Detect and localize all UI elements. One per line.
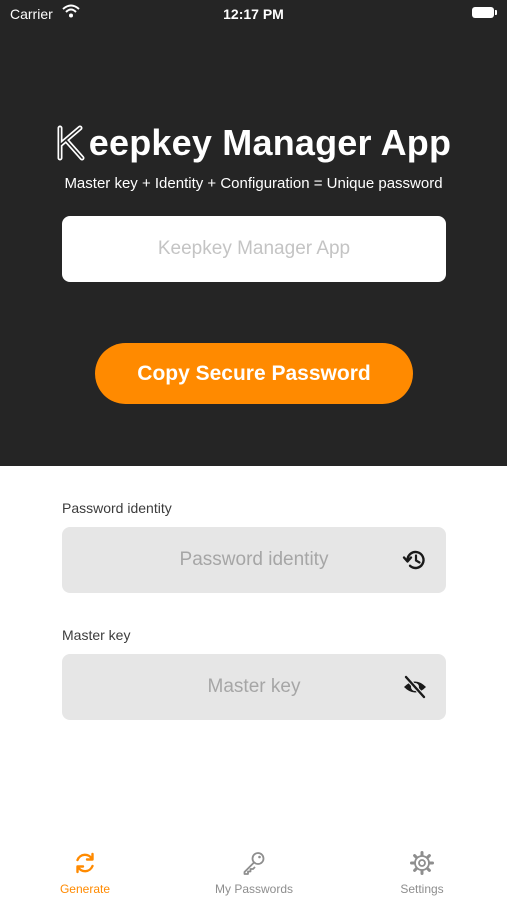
battery-icon [472,7,497,18]
master-key-placeholder: Master key [207,676,301,697]
tab-my-passwords-label: My Passwords [214,882,294,896]
password-identity-label: Password identity [62,500,172,516]
copy-secure-password-button[interactable]: Copy Secure Password [95,343,413,404]
generated-password-placeholder: Keepkey Manager App [157,238,351,259]
tab-bar: Generate My Passwords Settings [0,836,507,900]
master-key-field[interactable]: Master key [62,654,446,720]
tab-settings[interactable]: Settings [362,836,482,896]
tab-generate-label: Generate [59,882,111,896]
refresh-icon [76,852,94,874]
app-title-text: eepkey Manager App [88,122,452,163]
key-icon [243,852,265,875]
tab-generate[interactable]: Generate [25,836,145,896]
history-icon[interactable] [402,547,428,573]
generated-password-field[interactable]: Keepkey Manager App [62,216,446,282]
master-key-label: Master key [62,627,131,643]
status-bar: Carrier 12:17 PM [0,0,507,28]
app-subtitle: Master key + Identity + Configuration = … [64,175,443,192]
tab-settings-label: Settings [400,882,444,896]
gear-icon [410,851,434,875]
tab-my-passwords[interactable]: My Passwords [194,836,314,896]
header-panel: Carrier 12:17 PM eepkey Manager App Mast… [0,0,507,466]
logo-k-icon [56,125,88,170]
password-identity-placeholder: Password identity [179,549,329,570]
password-identity-field[interactable]: Password identity [62,527,446,593]
app-title: eepkey Manager App [0,122,507,170]
eye-off-icon[interactable] [402,674,428,700]
clock-label: 12:17 PM [223,6,284,22]
